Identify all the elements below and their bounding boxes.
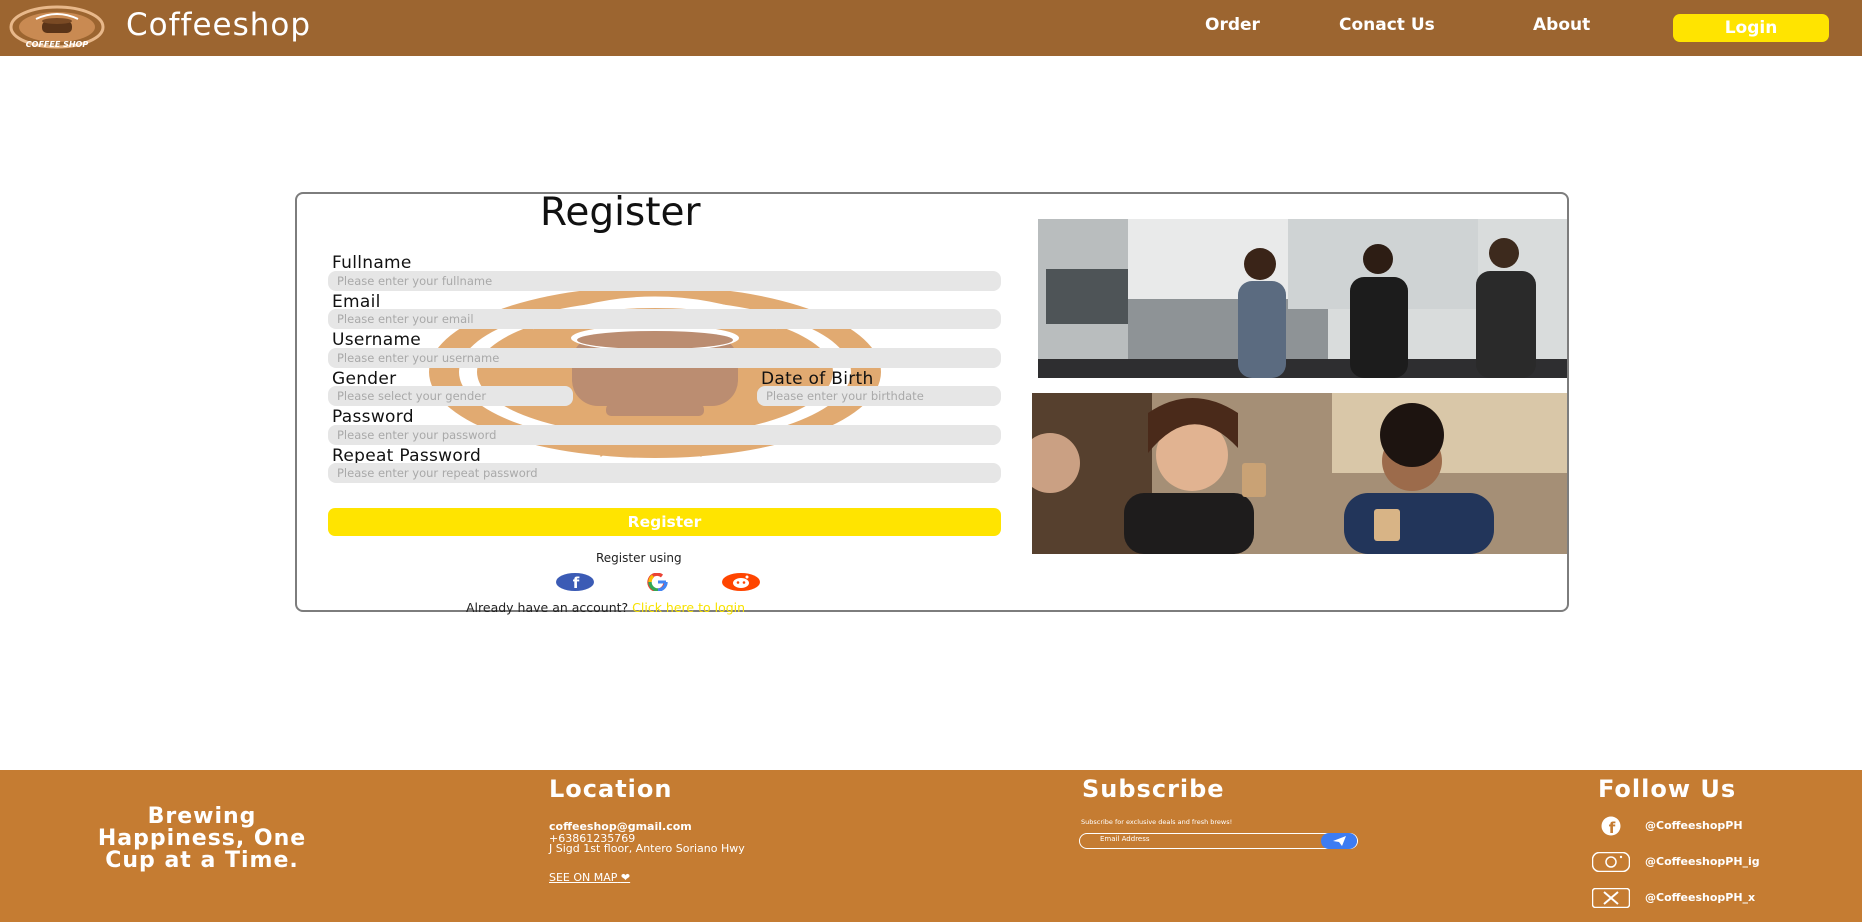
fullname-input[interactable]: [328, 271, 1001, 291]
x-handle: @CoffeeshopPH_x: [1645, 891, 1756, 904]
brand-name[interactable]: Coffeeshop: [126, 7, 311, 43]
already-account-label: Already have an account?: [466, 600, 629, 615]
follow-us-heading: Follow Us: [1598, 775, 1737, 803]
reddit-icon[interactable]: [722, 573, 760, 591]
login-link[interactable]: Click here to login: [632, 600, 745, 615]
login-button[interactable]: Login: [1673, 14, 1829, 42]
see-on-map-label: SEE ON MAP: [549, 871, 618, 884]
facebook-icon: f: [1601, 816, 1621, 836]
instagram-handle: @CoffeeshopPH_ig: [1645, 855, 1760, 868]
subscribe-heading: Subscribe: [1082, 775, 1225, 803]
send-button[interactable]: [1321, 833, 1357, 849]
svg-text:f: f: [573, 574, 580, 591]
repeat-password-input[interactable]: [328, 463, 1001, 483]
customers-photo: [1032, 393, 1567, 554]
email-input[interactable]: [328, 309, 1001, 329]
baristas-photo: [1038, 219, 1567, 378]
fullname-label: Fullname: [332, 253, 412, 273]
see-on-map-link[interactable]: SEE ON MAP ❤: [549, 871, 630, 884]
svg-text:COFFEE SHOP: COFFEE SHOP: [26, 40, 89, 49]
username-input[interactable]: [328, 348, 1001, 368]
register-button[interactable]: Register: [328, 508, 1001, 536]
footer-tagline: Brewing Happiness, One Cup at a Time.: [97, 804, 307, 873]
subscribe-text: Subscribe for exclusive deals and fresh …: [1081, 818, 1233, 826]
x-icon: [1592, 888, 1630, 908]
already-account-text: Already have an account? Click here to l…: [466, 600, 745, 615]
nav-contact-us[interactable]: Conact Us: [1339, 15, 1435, 35]
svg-text:f: f: [1609, 819, 1616, 836]
facebook-icon[interactable]: f: [556, 573, 594, 591]
google-icon[interactable]: [639, 573, 677, 591]
gender-select[interactable]: [328, 386, 573, 406]
dob-input[interactable]: [757, 386, 1001, 406]
register-using-label: Register using: [596, 551, 682, 565]
nav-order[interactable]: Order: [1205, 15, 1260, 35]
subscribe-placeholder: Email Address: [1100, 835, 1150, 843]
username-label: Username: [332, 330, 422, 350]
top-navbar: COFFEE SHOP Coffeeshop Order Conact Us A…: [0, 0, 1862, 56]
nav-about[interactable]: About: [1533, 15, 1590, 35]
coffee-shop-logo-icon[interactable]: COFFEE SHOP: [8, 5, 106, 51]
register-title: Register: [540, 190, 701, 235]
heart-icon: ❤: [620, 871, 631, 884]
password-input[interactable]: [328, 425, 1001, 445]
instagram-icon: [1592, 852, 1630, 872]
password-label: Password: [332, 407, 414, 427]
location-heading: Location: [549, 775, 673, 803]
send-icon: [1333, 836, 1346, 846]
footer-address: J Sigd 1st floor, Antero Soriano Hwy: [549, 842, 745, 855]
subscribe-email-input[interactable]: Email Address: [1079, 833, 1358, 849]
facebook-handle: @CoffeeshopPH: [1645, 819, 1743, 832]
